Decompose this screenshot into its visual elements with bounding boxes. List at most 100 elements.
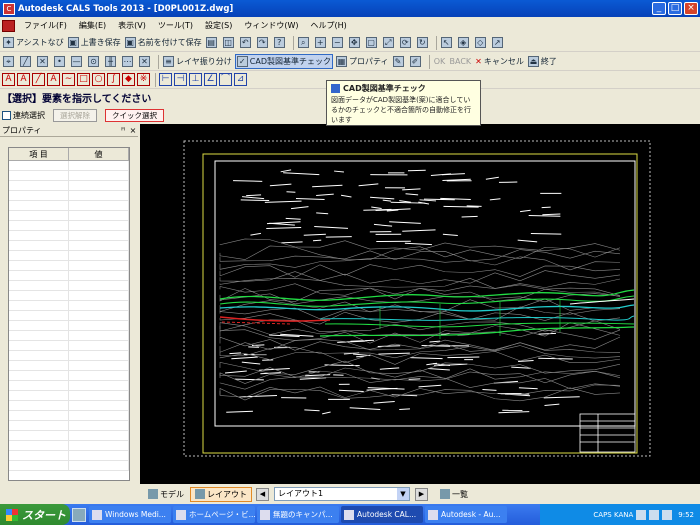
preview-button[interactable]: ◫	[222, 35, 237, 50]
pan-button[interactable]: ✥	[348, 35, 363, 50]
select-tool-2[interactable]: ◈	[457, 35, 472, 50]
tab-model[interactable]: モデル	[144, 487, 188, 502]
dim6-icon[interactable]: ⊿	[234, 73, 247, 86]
line-button[interactable]: ╱	[19, 54, 34, 69]
task-autodesk-cals[interactable]: Autodesk CAL...	[341, 506, 423, 523]
cad-check-button[interactable]: ✓ CAD製図基準チェック	[234, 54, 333, 69]
select-button[interactable]: ↖	[440, 35, 455, 50]
redo-button[interactable]: ↷	[256, 35, 271, 50]
select-release-button[interactable]: 選択解除	[53, 108, 97, 122]
dim3-icon[interactable]: ⊥	[189, 73, 202, 86]
task-windows-media[interactable]: Windows Medi...	[89, 506, 171, 523]
property-row[interactable]	[9, 241, 129, 251]
redraw-button[interactable]: ↻	[416, 35, 431, 50]
overwrite-save-button[interactable]: ▣ 上書き保存	[67, 35, 122, 50]
property-row[interactable]	[9, 441, 129, 451]
property-row[interactable]	[9, 281, 129, 291]
property-row[interactable]	[9, 341, 129, 351]
dim4-icon[interactable]: ∠	[204, 73, 217, 86]
select-tool-4[interactable]: ↗	[491, 35, 506, 50]
drawing-canvas[interactable]	[140, 124, 700, 484]
line-draw-icon[interactable]: ╱	[32, 73, 45, 86]
property-row[interactable]	[9, 271, 129, 281]
property-row[interactable]	[9, 311, 129, 321]
end-button[interactable]: ⏏ 終了	[527, 54, 558, 69]
task-homepage[interactable]: ホームページ・ビ...	[173, 506, 255, 523]
task-paint[interactable]: 無題のキャンパ...	[257, 506, 339, 523]
assist-button[interactable]: ✦ アシストなび	[2, 35, 65, 50]
panel-close-icon[interactable]: ×	[128, 126, 138, 135]
point-button[interactable]: •	[53, 54, 68, 69]
zoom-window-button[interactable]: ⌕	[297, 35, 312, 50]
next-layout-button[interactable]: ▶	[415, 487, 428, 501]
tray-icon[interactable]	[662, 509, 673, 520]
maximize-button[interactable]: □	[668, 2, 682, 15]
close-button[interactable]: ×	[684, 2, 698, 15]
snap-button[interactable]: ⌖	[2, 54, 17, 69]
menu-file[interactable]: ファイル(F)	[18, 20, 73, 31]
document-icon[interactable]	[2, 19, 15, 32]
cancel-button[interactable]: ✕ キャンセル	[474, 54, 525, 69]
ok-button[interactable]: OK	[433, 54, 447, 69]
rect-icon[interactable]: □	[77, 73, 90, 86]
property-row[interactable]	[9, 291, 129, 301]
undo-button[interactable]: ↶	[239, 35, 254, 50]
property-row[interactable]	[9, 211, 129, 221]
prev-layout-button[interactable]: ◀	[256, 487, 269, 501]
pen-button[interactable]: ✐	[409, 54, 424, 69]
property-row[interactable]	[9, 461, 129, 471]
property-row[interactable]	[9, 191, 129, 201]
start-button[interactable]: スタート	[0, 504, 70, 525]
property-table[interactable]: 項 目 値	[8, 147, 130, 481]
grid-button[interactable]: ╫	[104, 54, 119, 69]
property-row[interactable]	[9, 301, 129, 311]
edit-button[interactable]: ✎	[392, 54, 407, 69]
print-button[interactable]: ▤	[205, 35, 220, 50]
chevron-down-icon[interactable]: ▼	[397, 488, 409, 500]
app-icon[interactable]: C	[3, 2, 15, 15]
mark-icon[interactable]: ※	[137, 73, 150, 86]
regen-button[interactable]: ⟳	[399, 35, 414, 50]
curve-icon[interactable]: ∫	[107, 73, 120, 86]
property-row[interactable]	[9, 161, 129, 171]
property-row[interactable]	[9, 321, 129, 331]
layer-split-button[interactable]: ≡ レイヤ振り分け	[162, 54, 233, 69]
property-row[interactable]	[9, 451, 129, 461]
property-row[interactable]	[9, 421, 129, 431]
property-row[interactable]	[9, 411, 129, 421]
menu-help[interactable]: ヘルプ(H)	[304, 20, 352, 31]
help-button[interactable]: ?	[273, 35, 288, 50]
save-as-button[interactable]: ▣ 名前を付けて保存	[124, 35, 203, 50]
zoom-all-button[interactable]: ⤢	[382, 35, 397, 50]
menu-edit[interactable]: 編集(E)	[73, 20, 112, 31]
property-button[interactable]: ▦ プロパティ	[335, 54, 390, 69]
zoom-extents-button[interactable]: ▢	[365, 35, 380, 50]
menu-view[interactable]: 表示(V)	[112, 20, 152, 31]
quick-select-button[interactable]: クイック選択	[105, 108, 164, 122]
menu-window[interactable]: ウィンドウ(W)	[238, 20, 304, 31]
tray-icon[interactable]	[649, 509, 660, 520]
zoom-out-button[interactable]: −	[331, 35, 346, 50]
property-row[interactable]	[9, 181, 129, 191]
menu-tools[interactable]: ツール(T)	[152, 20, 199, 31]
wave-icon[interactable]: ∼	[62, 73, 75, 86]
property-row[interactable]	[9, 201, 129, 211]
layout-combo[interactable]: レイアウト1 ▼	[274, 487, 410, 501]
list-button[interactable]: 一覧	[436, 487, 472, 502]
quicklaunch-icon[interactable]	[72, 507, 86, 522]
property-row[interactable]	[9, 371, 129, 381]
property-row[interactable]	[9, 391, 129, 401]
continuous-select-checkbox[interactable]	[2, 110, 11, 120]
property-row[interactable]	[9, 331, 129, 341]
circle-draw-icon[interactable]: ○	[92, 73, 105, 86]
property-row[interactable]	[9, 171, 129, 181]
dim5-icon[interactable]: ⌒	[219, 73, 232, 86]
circle-button[interactable]: ⊙	[87, 54, 102, 69]
property-row[interactable]	[9, 261, 129, 271]
property-row[interactable]	[9, 381, 129, 391]
task-autodesk-au[interactable]: Autodesk - Au...	[425, 506, 507, 523]
text-a3-icon[interactable]: A	[47, 73, 60, 86]
property-row[interactable]	[9, 361, 129, 371]
minimize-button[interactable]: _	[652, 2, 666, 15]
dots-button[interactable]: ⋯	[121, 54, 136, 69]
